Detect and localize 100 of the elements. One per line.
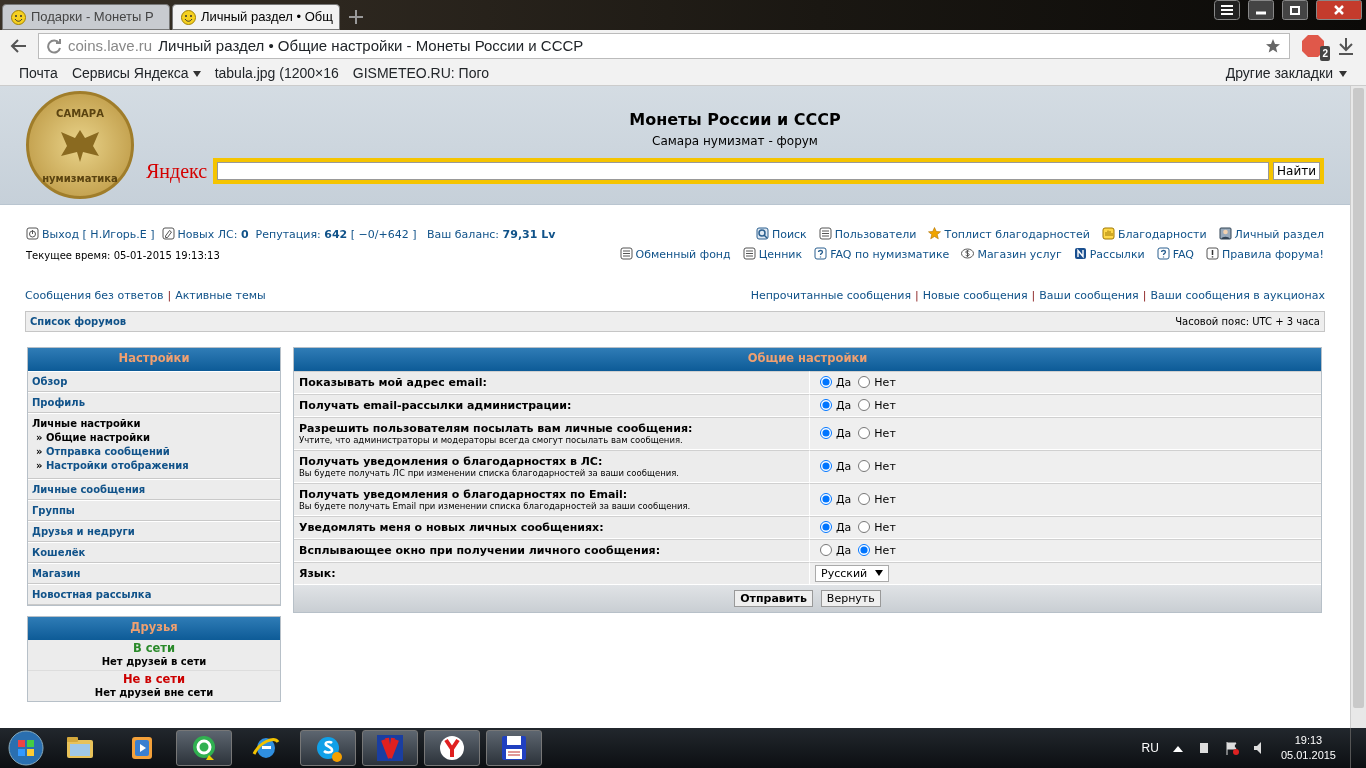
nav-link[interactable]: Рассылки bbox=[1073, 246, 1145, 263]
star-icon[interactable] bbox=[1265, 38, 1281, 54]
download-icon[interactable] bbox=[1336, 36, 1356, 56]
radio-button[interactable] bbox=[858, 376, 871, 388]
menu-link[interactable]: Личные сообщения bbox=[32, 483, 146, 495]
start-button[interactable] bbox=[6, 729, 46, 767]
nav-link[interactable]: Личный раздел bbox=[1218, 227, 1324, 244]
radio-button[interactable] bbox=[820, 493, 832, 505]
nav-link[interactable]: Поиск bbox=[755, 227, 807, 244]
caret-icon[interactable] bbox=[1172, 744, 1183, 752]
radio-button[interactable] bbox=[858, 493, 871, 505]
radio-button[interactable] bbox=[820, 399, 832, 411]
menu-link[interactable]: Новостная рассылка bbox=[32, 588, 152, 600]
radio-button[interactable] bbox=[858, 460, 871, 472]
bookmark[interactable]: tabula.jpg (1200×16 bbox=[214, 63, 339, 84]
bookmark[interactable]: Сервисы Яндекса bbox=[71, 63, 201, 84]
stop-sign-icon[interactable] bbox=[1300, 33, 1326, 59]
back-icon[interactable] bbox=[10, 38, 28, 54]
caret-icon[interactable] bbox=[1339, 70, 1347, 77]
radio-button[interactable] bbox=[820, 544, 832, 556]
form-button[interactable]: Вернуть bbox=[820, 589, 881, 607]
nav-link[interactable]: Благодарности bbox=[1101, 227, 1207, 244]
nav-link[interactable]: Обменный фонд bbox=[619, 246, 731, 263]
nav-link[interactable]: Магазин услуг bbox=[961, 246, 1062, 263]
restore-icon[interactable] bbox=[1282, 0, 1308, 20]
site-title: Монеты России и СССР bbox=[629, 109, 841, 131]
menu-link[interactable]: Кошелёк bbox=[32, 546, 86, 558]
taskbar-button[interactable] bbox=[300, 730, 356, 766]
panel-title: Общие настройки bbox=[294, 347, 1321, 371]
new-messages-label[interactable]: Новых ЛС: bbox=[177, 228, 238, 241]
nav-link[interactable]: Пользователи bbox=[818, 227, 917, 244]
menu-icon[interactable] bbox=[1214, 0, 1240, 20]
language-select[interactable]: Русский bbox=[815, 564, 890, 582]
menu-link[interactable]: Отправка сообщений bbox=[45, 445, 170, 457]
radio-button[interactable] bbox=[858, 544, 871, 556]
minimize-icon[interactable] bbox=[1248, 0, 1274, 20]
quick-link[interactable]: Ваши сообщения bbox=[1039, 289, 1139, 302]
search-button[interactable]: Найти bbox=[1273, 162, 1320, 180]
menu-link[interactable]: Друзья и недруги bbox=[32, 525, 135, 537]
option-label: Нет bbox=[874, 520, 896, 534]
browser-tab[interactable]: Подарки - Монеты Р bbox=[2, 4, 170, 30]
radio-button[interactable] bbox=[858, 399, 871, 411]
menu-link[interactable]: Профиль bbox=[32, 396, 85, 408]
reputation-label: Репутация: bbox=[255, 228, 321, 241]
form-button[interactable]: Отправить bbox=[734, 589, 813, 607]
quick-link[interactable]: Активные темы bbox=[175, 289, 266, 302]
breadcrumb-link[interactable]: Список форумов bbox=[30, 313, 127, 329]
option-label: Нет bbox=[874, 543, 896, 557]
radio-button[interactable] bbox=[858, 521, 871, 533]
logout-link[interactable]: Выход [ Н.Игорь.Е ] bbox=[42, 228, 155, 241]
quick-link[interactable]: Новые сообщения bbox=[922, 289, 1028, 302]
address-title: Личный раздел • Общие настройки - Монеты России и СССР bbox=[158, 35, 584, 56]
reload-icon[interactable] bbox=[47, 38, 62, 54]
radio-button[interactable] bbox=[858, 427, 871, 439]
bookmark[interactable]: GISMETEO.RU: Пого bbox=[352, 63, 490, 84]
setting-label: Уведомлять меня о новых личных сообщениях: bbox=[299, 520, 605, 534]
address-bar[interactable]: coins.lave.ru Личный раздел • Общие настройки - Монеты России и СССР bbox=[38, 33, 1290, 59]
nav-link[interactable]: FAQ bbox=[1156, 246, 1194, 263]
clock-date[interactable]: 05.01.2015 bbox=[1280, 748, 1336, 763]
offline-heading: Не в сети bbox=[121, 672, 187, 686]
taskbar-button[interactable] bbox=[486, 730, 542, 766]
reputation-detail: [ −0/+642 ] bbox=[350, 228, 417, 241]
balance-value: 79,31 Lv bbox=[502, 228, 556, 241]
close-icon[interactable] bbox=[1316, 0, 1362, 20]
menu-link[interactable]: Настройки отображения bbox=[45, 459, 189, 471]
taskbar-button[interactable] bbox=[424, 730, 480, 766]
nav-link[interactable]: Топлист благодарностей bbox=[928, 227, 1090, 244]
bookmark-folder[interactable]: Другие закладки bbox=[1225, 63, 1333, 84]
online-heading: В сети bbox=[131, 641, 177, 655]
radio-button[interactable] bbox=[820, 376, 832, 388]
nav-link[interactable]: Ценник bbox=[742, 246, 803, 263]
radio-button[interactable] bbox=[820, 427, 832, 439]
clock-time[interactable]: 19:13 bbox=[1280, 733, 1336, 748]
radio-button[interactable] bbox=[820, 460, 832, 472]
search-field[interactable] bbox=[217, 162, 1270, 180]
logo[interactable]: САМАРА нумизматика bbox=[26, 91, 134, 199]
bookmark[interactable]: Почта bbox=[19, 63, 58, 84]
search-icon bbox=[755, 227, 769, 240]
nav-link[interactable]: FAQ по нумизматике bbox=[814, 246, 950, 263]
menu-link[interactable]: Магазин bbox=[32, 567, 81, 579]
flag-icon[interactable] bbox=[1224, 741, 1239, 755]
quick-link[interactable]: Непрочитанные сообщения bbox=[750, 289, 912, 302]
menu-link[interactable]: Группы bbox=[32, 504, 75, 516]
quick-link[interactable]: Сообщения без ответов bbox=[25, 289, 164, 302]
reputation-value: 642 bbox=[324, 228, 348, 241]
option-label: Нет bbox=[874, 459, 896, 473]
new-tab-icon[interactable] bbox=[348, 9, 364, 25]
scrollbar[interactable] bbox=[1350, 86, 1366, 728]
menu-link[interactable]: Обзор bbox=[32, 375, 68, 387]
offline-text: Нет друзей вне сети bbox=[93, 685, 215, 699]
taskbar-button[interactable] bbox=[176, 730, 232, 766]
nav-link[interactable]: Правила форума! bbox=[1206, 246, 1324, 263]
setting-label: Язык: bbox=[299, 566, 337, 580]
browser-tab[interactable]: Личный раздел • Общ bbox=[172, 4, 340, 30]
bullet: » bbox=[36, 445, 43, 457]
menu-link[interactable]: Общие настройки bbox=[45, 431, 150, 443]
language-indicator[interactable]: RU bbox=[1141, 739, 1159, 757]
radio-button[interactable] bbox=[820, 521, 832, 533]
quick-link[interactable]: Ваши сообщения в аукционах bbox=[1150, 289, 1325, 302]
search-brand: Яндекс bbox=[146, 159, 208, 185]
